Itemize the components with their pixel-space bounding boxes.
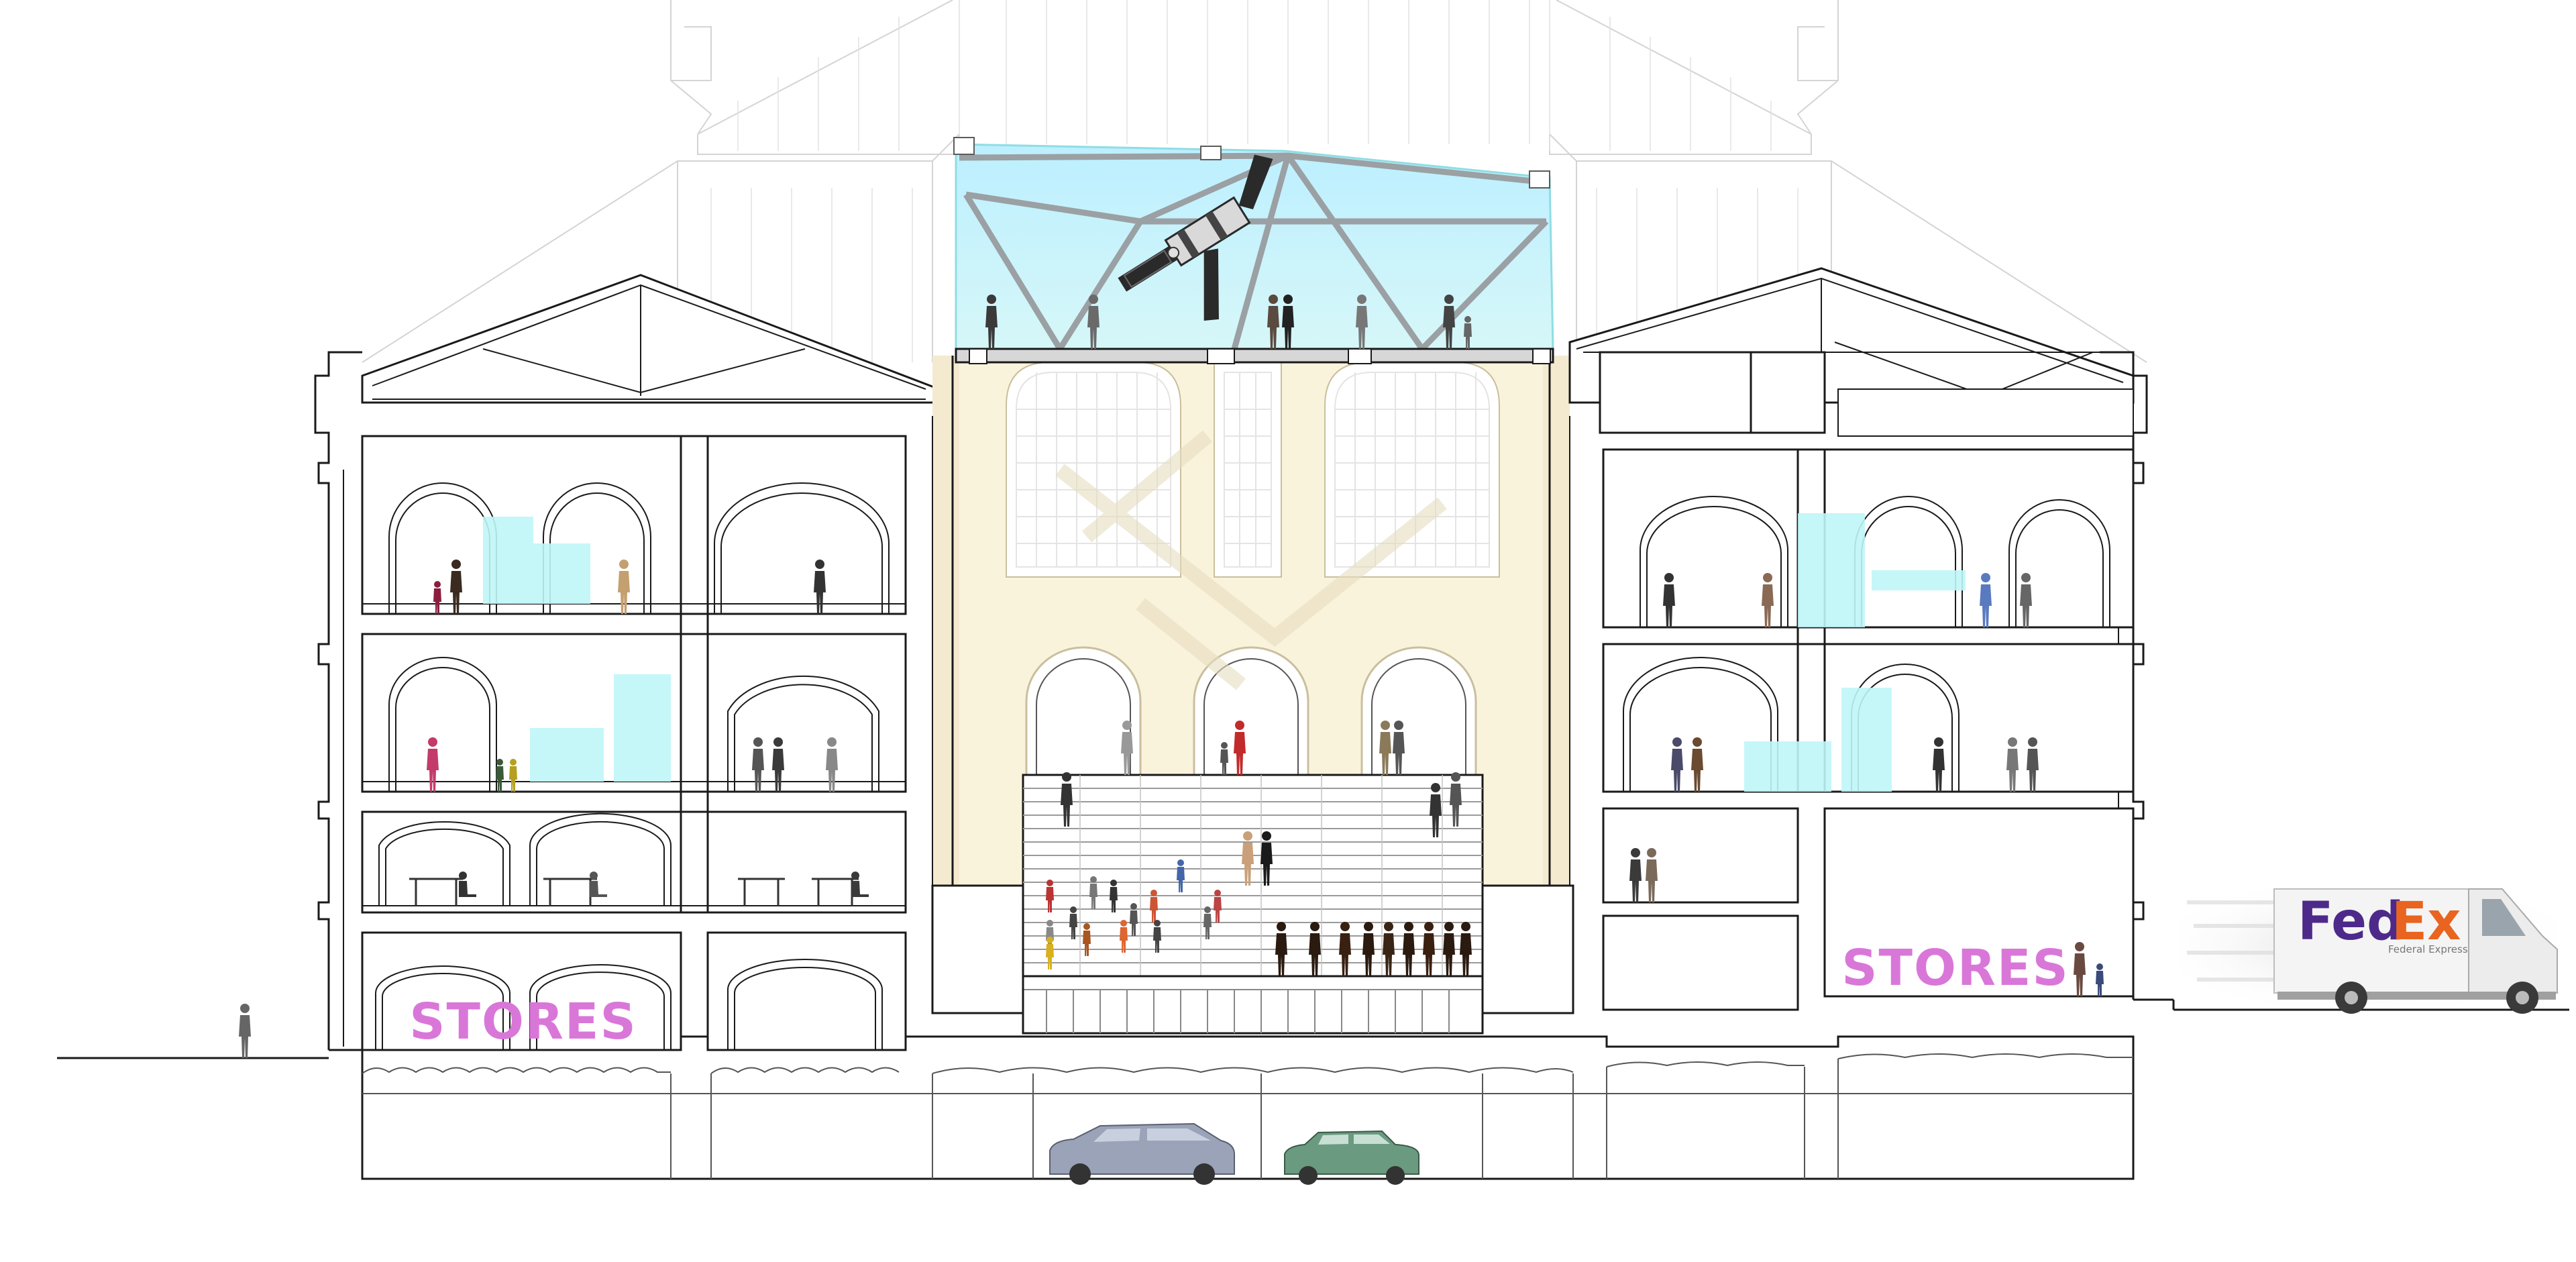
atrium-windows [1006,362,1500,578]
stores-label-left: STORES [409,993,637,1051]
basement-parking [361,1035,2135,1180]
amphitheater-steps [931,774,1574,1035]
delivery-truck-icon: Fed Ex Federal Express [2180,886,2558,1014]
right-wing [1568,267,2175,1011]
left-wing [314,274,941,1051]
building-section-drawing: STORES STORES Fed Ex Federal Express [57,0,2569,1185]
stores-label-right: STORES [1841,939,2070,997]
truck-brand-sub: Federal Express [2388,943,2468,955]
